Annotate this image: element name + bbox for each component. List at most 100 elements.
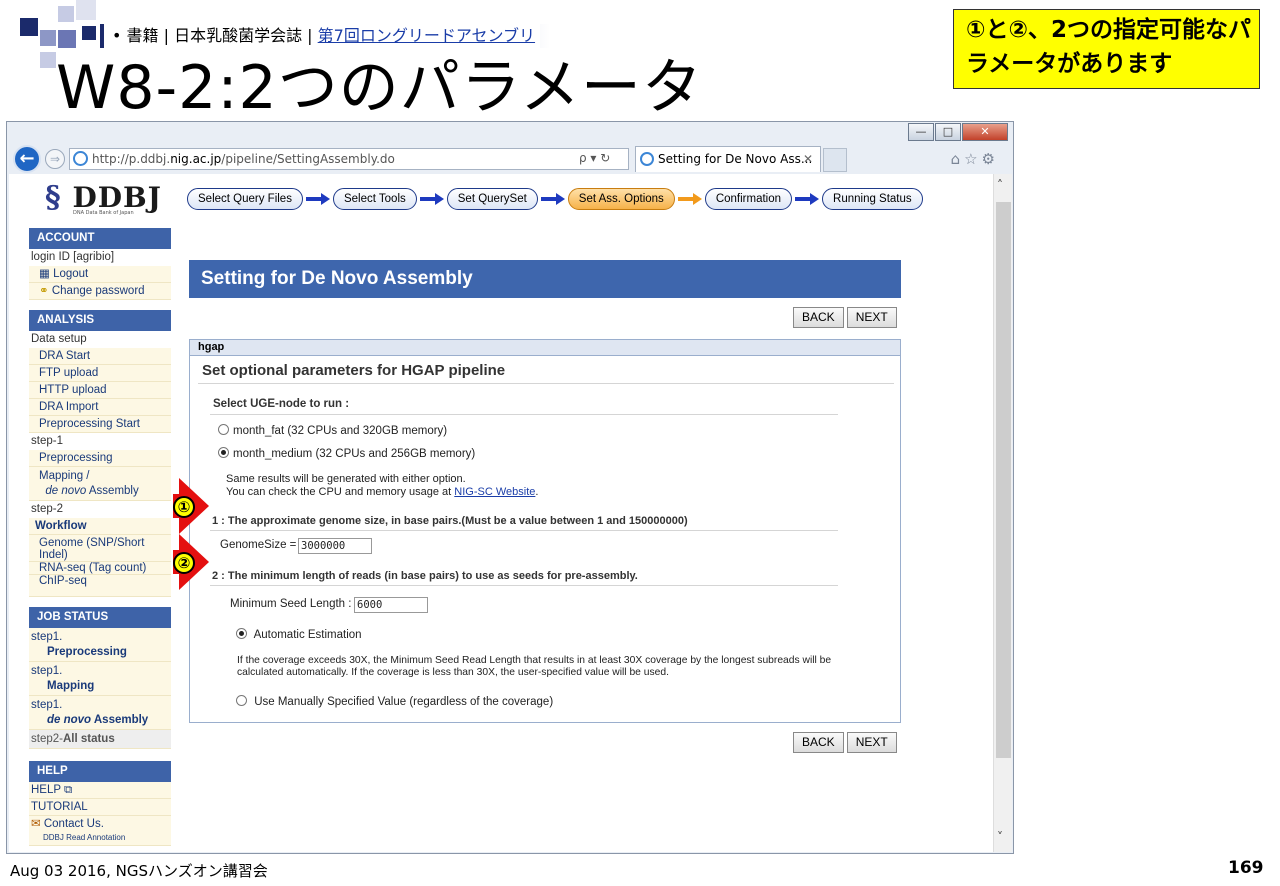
deco-square [58,6,74,22]
scroll-down-icon[interactable]: ˅ [997,830,1003,844]
help-header: HELP [29,761,171,782]
sidebar-item-http-upload[interactable]: HTTP upload [29,382,171,399]
deco-square [58,30,76,48]
home-star-gear-icon[interactable]: ⌂☆⚙ [951,150,999,168]
genome-size-input[interactable]: 3000000 [298,538,372,554]
js4-label: step2- [31,733,63,745]
assembly-label: Assembly [86,485,139,497]
step-running-status[interactable]: Running Status [822,188,923,210]
back-arrow-icon[interactable]: ← [13,145,41,173]
seed-length-input[interactable]: 6000 [354,597,428,613]
browser-window: — □ ✕ ← ⇒ http://p.ddbj.nig.ac.jp/pipeli… [6,121,1014,854]
vertical-scrollbar[interactable]: ˄ ˅ [993,174,1012,852]
param2-label: 2 : The minimum length of reads (in base… [212,570,638,582]
job-status-mapping[interactable]: step1. Mapping [29,662,171,696]
sidebar-item-ftp-upload[interactable]: FTP upload [29,365,171,382]
workflow-steps: Select Query Files Select Tools Set Quer… [187,188,923,210]
option-month-medium[interactable]: month_medium (32 CPUs and 256GB memory) [218,447,475,460]
bottom-nav-buttons: BACK NEXT [793,732,897,753]
header-link[interactable]: 第7回ロングリードアセンブリ [318,26,535,45]
sidebar-item-tutorial[interactable]: TUTORIAL [29,799,171,816]
sidebar-item-chipseq[interactable]: ChIP-seq [29,575,171,597]
sidebar-item-mapping-assembly[interactable]: Mapping / de novo Assembly [29,467,171,501]
url-path: /pipeline/SettingAssembly.do [221,152,395,166]
job-status-assembly[interactable]: step1. de novo Assembly [29,696,171,730]
close-button[interactable]: ✕ [962,123,1008,141]
page-banner: Setting for De Novo Assembly [189,260,901,298]
back-button-bottom[interactable]: BACK [793,732,844,753]
step-set-queryset[interactable]: Set QuerySet [446,188,538,210]
mapping-label: Mapping / [39,470,90,482]
nig-sc-link[interactable]: NIG-SC Website [454,486,535,498]
deco-square [40,52,56,68]
contact-label: Contact Us. [43,818,104,830]
note-line1: Same results will be generated with eith… [226,473,466,485]
tab-close-icon[interactable]: ✕ [803,152,813,166]
logout-link[interactable]: ▦ Logout [29,266,171,283]
divider [210,530,838,531]
back-button[interactable]: BACK [793,307,844,328]
header-prefix: • 書籍 | 日本乳酸菌学会誌 | [112,26,318,45]
step-set-ass-options[interactable]: Set Ass. Options [567,188,675,210]
step-select-query-files[interactable]: Select Query Files [187,188,303,210]
key-icon: ⚭ [39,285,49,297]
browser-tab[interactable]: Setting for De Novo Ass... [635,146,821,172]
panel-header: hgap [190,340,900,356]
next-button[interactable]: NEXT [846,307,897,328]
divider [210,414,838,415]
radio-month-medium[interactable] [218,447,229,458]
hgap-panel: hgap Set optional parameters for HGAP pi… [189,339,901,723]
js3-label: step1. [31,699,63,711]
page-viewport: § DDBJ DNA Data Bank of Japan Select Que… [9,174,993,852]
scroll-up-icon[interactable]: ˄ [997,178,1003,192]
search-refresh-icon[interactable]: ρ ▾ ↻ [579,151,610,165]
sidebar-item-workflow[interactable]: Workflow [29,518,171,535]
step-arrow-icon [538,188,568,210]
slide: • 書籍 | 日本乳酸菌学会誌 | 第7回ロングリードアセンブリ W8-2:2つ… [0,0,1280,886]
step-confirmation[interactable]: Confirmation [704,188,793,210]
sidebar: ACCOUNT login ID [agribio] ▦ Logout ⚭ Ch… [29,228,171,846]
job-status-all[interactable]: step2-All status [29,730,171,749]
ie-logo-icon [73,151,88,166]
deco-square [20,18,38,36]
new-tab-button[interactable] [823,148,847,172]
data-setup-label: Data setup [31,333,87,345]
radio-manual-value[interactable] [236,695,247,706]
node-note: Same results will be generated with eith… [226,473,538,499]
sidebar-item-genome[interactable]: Genome (SNP/Short Indel) [29,535,171,562]
deco-square [40,30,56,46]
change-password-link[interactable]: ⚭ Change password [29,283,171,300]
job-status-header: JOB STATUS [29,607,171,628]
sidebar-item-preprocessing-start[interactable]: Preprocessing Start [29,416,171,433]
seed-length-label: Minimum Seed Length : [230,598,352,610]
sidebar-item-dra-import[interactable]: DRA Import [29,399,171,416]
marker-2: ② [173,552,195,574]
month-medium-label: month_medium (32 CPUs and 256GB memory) [233,448,476,460]
account-header: ACCOUNT [29,228,171,249]
next-button-bottom[interactable]: NEXT [846,732,897,753]
option-auto-estimation[interactable]: Automatic Estimation [236,628,362,641]
maximize-button[interactable]: □ [935,123,961,141]
step-select-tools[interactable]: Select Tools [332,188,417,210]
sidebar-item-rnaseq[interactable]: RNA-seq (Tag count) [29,562,171,575]
contact-sub: DDBJ Read Annotation [43,833,126,842]
marker-1: ① [173,496,195,518]
forward-arrow-icon[interactable]: ⇒ [45,149,65,169]
genome-size-label: GenomeSize = [220,539,297,551]
auto-desc-line1: If the coverage exceeds 30X, the Minimum… [237,655,832,666]
scrollbar-thumb[interactable] [996,202,1011,758]
sidebar-item-help[interactable]: HELP ⧉ [29,782,171,799]
step1-label: step-1 [31,435,63,447]
option-month-fat[interactable]: month_fat (32 CPUs and 320GB memory) [218,424,447,437]
option-manual-value[interactable]: Use Manually Specified Value (regardless… [236,695,553,708]
month-fat-label: month_fat (32 CPUs and 320GB memory) [233,425,448,437]
radio-month-fat[interactable] [218,424,229,435]
job-status-preprocessing[interactable]: step1. Preprocessing [29,628,171,662]
sidebar-item-preprocessing[interactable]: Preprocessing [29,450,171,467]
minimize-button[interactable]: — [908,123,934,141]
sidebar-item-contact[interactable]: ✉ Contact Us. DDBJ Read Annotation [29,816,171,846]
address-bar[interactable]: http://p.ddbj.nig.ac.jp/pipeline/Setting… [69,148,629,170]
login-id: login ID [agribio] [31,251,115,263]
radio-auto-estimation[interactable] [236,628,247,639]
sidebar-item-dra-start[interactable]: DRA Start [29,348,171,365]
